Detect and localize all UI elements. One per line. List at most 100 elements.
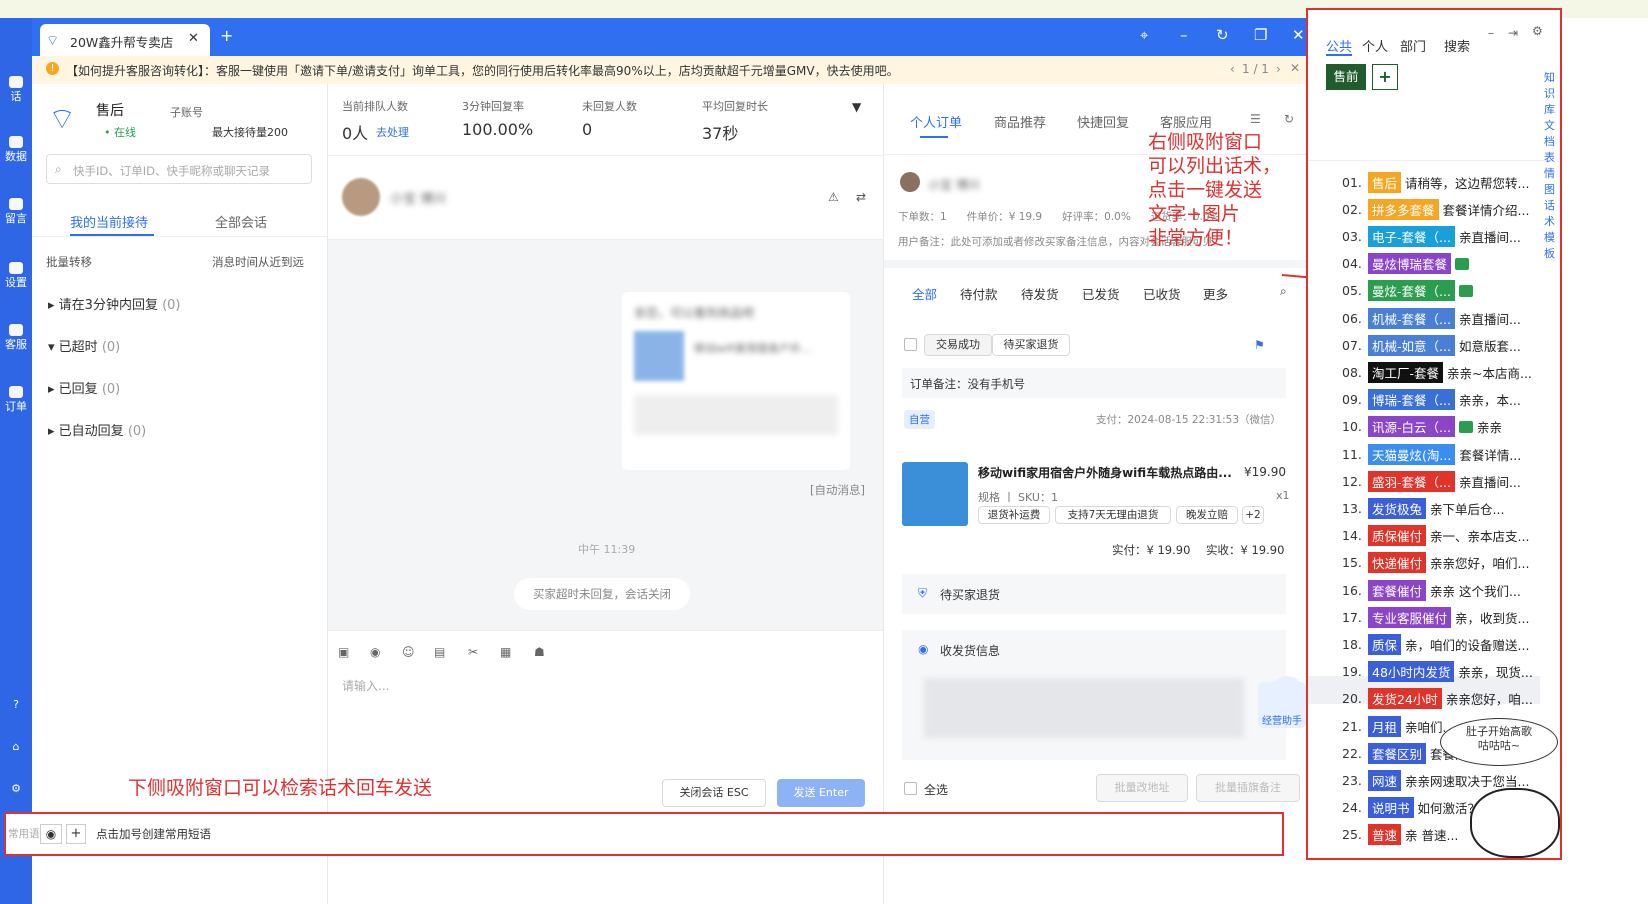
next-icon[interactable]: › xyxy=(1276,62,1281,76)
goods-tag[interactable]: +2 xyxy=(1242,506,1264,524)
tab-public[interactable]: 公共 xyxy=(1326,36,1352,55)
rail-settings[interactable]: 设置 xyxy=(0,262,32,290)
sort-dropdown[interactable]: 消息时间从近到远 xyxy=(212,254,304,270)
message-card[interactable]: 亲您，可以看到商品吧 移动wifi家用宿舍户外... xyxy=(622,292,850,470)
batch-flag-button[interactable]: 批量插旗备注 xyxy=(1196,774,1300,802)
search-input[interactable]: ⌕ 快手ID、订单ID、快手昵称或聊天记录 xyxy=(46,154,312,184)
send-button[interactable]: 发送 Enter xyxy=(777,779,865,807)
prev-icon[interactable]: ‹ xyxy=(1230,62,1235,76)
note-icon[interactable]: ☰ xyxy=(1250,112,1261,126)
image-icon[interactable]: ▣ xyxy=(338,645,349,659)
script-row[interactable]: 21. 月租 亲咱们... xyxy=(1342,715,1454,737)
goods-tag[interactable]: 退货补运费 xyxy=(978,506,1050,524)
message-input[interactable]: 请输入... xyxy=(342,677,389,694)
order-checkbox[interactable] xyxy=(904,338,917,351)
script-row[interactable]: 13. 发货极兔 亲下单后仓... xyxy=(1342,497,1504,519)
bubble-icon[interactable]: ◉ xyxy=(370,645,380,659)
pin-icon[interactable]: ⌖ xyxy=(1140,26,1148,44)
alert-icon[interactable]: ⚠ xyxy=(828,190,839,204)
script-row[interactable]: 20. 发货24小时 亲亲您好，咱... xyxy=(1342,688,1533,710)
script-row[interactable]: 06. 机械-套餐（... 亲直播间... xyxy=(1342,307,1521,329)
script-row[interactable]: 07. 机械-如意（... 如意版套... xyxy=(1342,334,1521,356)
tab-personal-orders[interactable]: 个人订单 xyxy=(910,112,962,131)
rail-message[interactable]: 留言 xyxy=(0,198,32,226)
script-row[interactable]: 10. 讯源-白云（... 亲亲 xyxy=(1342,416,1502,438)
subtab-more[interactable]: 更多 xyxy=(1203,284,1228,303)
scissors-icon[interactable]: ✂ xyxy=(468,645,478,659)
emoji-icon[interactable]: ☺ xyxy=(402,645,415,659)
max-load[interactable]: 最大接待量200 xyxy=(212,124,288,140)
script-row[interactable]: 18. 质保 亲，咱们的设备赠送... xyxy=(1342,633,1529,655)
subtab-unpaid[interactable]: 待付款 xyxy=(960,284,998,303)
search-icon[interactable]: ⌕ xyxy=(1280,284,1287,299)
add-phrase-button[interactable]: + xyxy=(66,824,86,844)
script-row[interactable]: 16. 套餐催付 亲亲 这个我们... xyxy=(1342,579,1521,601)
restore-icon[interactable]: ❐ xyxy=(1254,26,1267,44)
script-row[interactable]: 05. 曼炫-套餐（... xyxy=(1342,280,1477,302)
goods-image[interactable] xyxy=(902,462,968,526)
goods-title[interactable]: 移动wifi家用宿舍户外随身wifi车载热点路由... xyxy=(978,464,1238,481)
quick-reply-icon[interactable]: ▤ xyxy=(434,645,445,659)
flag-icon[interactable]: ⚑ xyxy=(1254,338,1265,352)
group-auto[interactable]: ▸ 已自动回复 (0) xyxy=(48,420,146,439)
batch-address-button[interactable]: 批量改地址 xyxy=(1096,774,1188,802)
script-row[interactable]: 02. 拼多多套餐 套餐详情介绍... xyxy=(1342,198,1529,220)
go-handle-link[interactable]: 去处理 xyxy=(376,124,409,140)
subtab-all[interactable]: 全部 xyxy=(912,284,937,303)
group-3min[interactable]: ▸ 请在3分钟内回复 (0) xyxy=(48,294,181,313)
script-row[interactable]: 25. 普速亲 普速... xyxy=(1342,824,1458,846)
tab-department[interactable]: 部门 xyxy=(1400,36,1426,55)
new-tab-button[interactable]: + xyxy=(220,26,233,45)
dock-icon[interactable]: ⇥ xyxy=(1508,26,1518,40)
subtab-shipped[interactable]: 已发货 xyxy=(1082,284,1120,303)
close-window-icon[interactable]: ✕ xyxy=(1292,26,1305,44)
gear-icon[interactable]: ⚙ xyxy=(0,782,32,795)
home-icon[interactable]: ⌂ xyxy=(0,740,32,753)
tab-search[interactable]: 搜索 xyxy=(1444,36,1470,55)
close-session-button[interactable]: 关闭会话 ESC xyxy=(662,779,766,807)
notice-text[interactable]: 【如何提升客服咨询转化】：客服一键使用「邀请下单/邀请支付」询单工具，您的同行使… xyxy=(66,62,899,79)
tab-goods-recommend[interactable]: 商品推荐 xyxy=(994,112,1046,131)
avatar[interactable] xyxy=(342,178,380,216)
tab-personal[interactable]: 个人 xyxy=(1362,36,1388,55)
script-row[interactable]: 08. 淘工厂-套餐 亲亲~本店商... xyxy=(1342,361,1532,383)
goods-tag[interactable]: 晚发立赔 xyxy=(1176,506,1238,524)
transfer-icon[interactable]: ⇄ xyxy=(856,190,866,204)
script-row[interactable]: 09. 博瑞-套餐（... 亲亲，本... xyxy=(1342,389,1521,411)
script-row[interactable]: 19. 48小时内发货 亲亲，现货... xyxy=(1342,661,1533,683)
script-row[interactable]: 12. 盛羽-套餐（... 亲直播间... xyxy=(1342,470,1521,492)
batch-transfer-button[interactable]: 批量转移 xyxy=(46,254,92,270)
refresh-icon[interactable]: ↻ xyxy=(1284,112,1294,126)
return-section[interactable]: 待买家退货 xyxy=(902,574,1286,614)
script-row[interactable]: 15. 快递催付 亲亲您好，咱们... xyxy=(1342,552,1529,574)
group-presale-button[interactable]: 售前 xyxy=(1326,64,1366,90)
tab-quick-reply[interactable]: 快捷回复 xyxy=(1077,112,1129,131)
collapse-icon[interactable]: ▼ xyxy=(852,100,861,114)
eye-icon[interactable]: ◉ xyxy=(40,824,62,844)
add-group-button[interactable]: + xyxy=(1372,64,1398,90)
group-replied[interactable]: ▸ 已回复 (0) xyxy=(48,378,120,397)
script-row[interactable]: 01. 售后 请稍等，这边帮您转... xyxy=(1342,171,1529,193)
create-phrase-hint[interactable]: 点击加号创建常用短语 xyxy=(96,826,211,842)
service-icon[interactable]: ☗ xyxy=(534,645,545,659)
select-all-checkbox[interactable] xyxy=(904,782,917,795)
script-row[interactable]: 03. 电子-套餐（... 亲直播间... xyxy=(1342,225,1521,247)
rail-chat[interactable]: 话 xyxy=(0,76,32,104)
status-badge[interactable]: • 在线 xyxy=(104,124,136,140)
tab-my-sessions[interactable]: 我的当前接待 xyxy=(70,212,148,231)
order-note[interactable]: 订单备注：没有手机号 xyxy=(902,368,1286,398)
rail-service[interactable]: 客服 xyxy=(0,324,32,352)
tab-shop[interactable]: ⌔ 20W鑫升帮专卖店 ✕ xyxy=(40,24,210,56)
script-row[interactable]: 17. 专业客服催付 亲，收到货... xyxy=(1342,606,1529,628)
minimize-icon[interactable]: – xyxy=(1488,26,1494,40)
goods-tag[interactable]: 支持7天无理由退货 xyxy=(1055,506,1171,524)
tab-all-sessions[interactable]: 全部会话 xyxy=(215,212,267,231)
subtab-to-ship[interactable]: 待发货 xyxy=(1021,284,1059,303)
subtab-received[interactable]: 已收货 xyxy=(1143,284,1181,303)
close-tab-icon[interactable]: ✕ xyxy=(188,31,199,46)
minimize-icon[interactable]: – xyxy=(1180,26,1188,44)
script-row[interactable]: 14. 质保催付 亲一、亲本店支... xyxy=(1342,525,1529,547)
refresh-icon[interactable]: ↻ xyxy=(1216,26,1229,44)
tab-service-apps[interactable]: 客服应用 xyxy=(1160,112,1212,131)
script-row[interactable]: 11. 天猫曼炫(淘... 套餐详情... xyxy=(1342,443,1521,465)
